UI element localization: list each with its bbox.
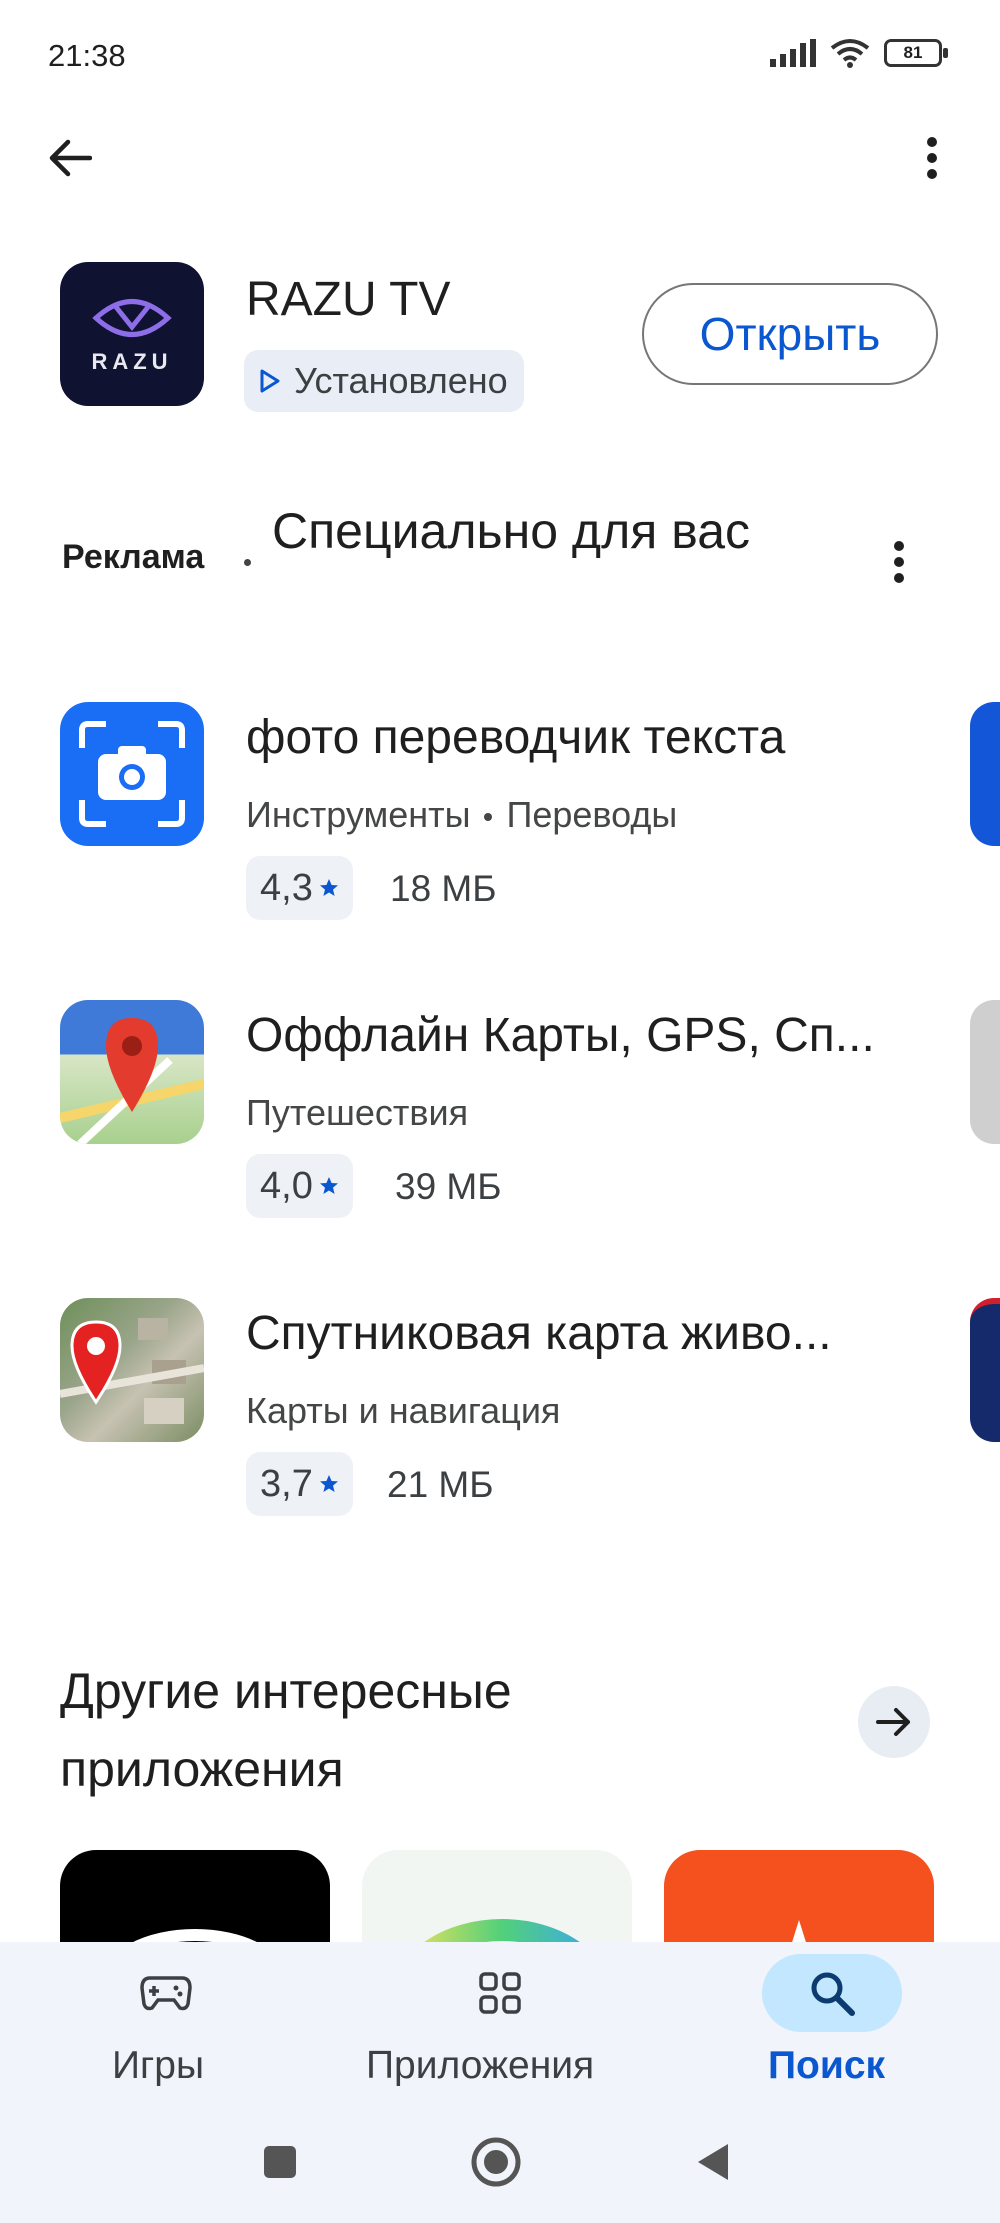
installed-badge: Установлено (244, 350, 524, 412)
system-back-button[interactable] (682, 2132, 742, 2192)
signal-icon (770, 39, 816, 67)
nav-search[interactable] (762, 1954, 902, 2032)
open-button[interactable]: Открыть (642, 283, 938, 385)
eye-logo-icon (92, 299, 172, 337)
more-vert-icon (894, 541, 904, 583)
more-options-button[interactable] (912, 128, 952, 188)
section-title-other-apps: Другие интересные приложения (60, 1663, 512, 1797)
more-vert-icon (927, 137, 937, 179)
app-categories: Карты и навигация (246, 1390, 560, 1432)
rating-badge: 3,7 (246, 1452, 353, 1516)
rating-value: 4,0 (260, 1164, 313, 1207)
arrow-forward-icon (876, 1708, 910, 1736)
app-size: 21 МБ (387, 1464, 494, 1505)
app-list-item[interactable]: фото переводчик текста Инструменты Перево… (60, 702, 1000, 932)
app-size: 18 МБ (390, 868, 497, 909)
gamepad-icon (140, 1976, 192, 2011)
map-pin-icon (60, 1018, 204, 1144)
offline-maps-app-icon (60, 1000, 204, 1144)
square-icon (264, 2146, 296, 2178)
app-list-item[interactable]: Спутниковая карта живо... Карты и навига… (60, 1298, 1000, 1528)
nav-games-label[interactable]: Игры (112, 2044, 204, 2088)
nav-apps-label[interactable]: Приложения (366, 2044, 594, 2088)
app-categories: Инструменты Переводы (246, 794, 677, 836)
rating-value: 3,7 (260, 1462, 313, 1505)
arrow-back-icon (49, 139, 92, 177)
app-size: 39 МБ (395, 1166, 502, 1207)
next-app-peek[interactable] (970, 702, 1000, 846)
star-icon (319, 1475, 338, 1492)
satellite-map-app-icon (60, 1298, 204, 1442)
separator-dot (244, 559, 251, 566)
category-label: Инструменты (246, 794, 471, 835)
rating-badge: 4,0 (246, 1154, 353, 1218)
razu-tv-app-icon: RAZU (60, 262, 204, 406)
home-button[interactable] (466, 2132, 526, 2192)
status-time: 21:38 (48, 38, 126, 73)
ad-label: Реклама (62, 538, 205, 576)
recent-apps-button[interactable] (250, 2132, 310, 2192)
see-more-button[interactable] (858, 1686, 930, 1758)
app-list-item[interactable]: Оффлайн Карты, GPS, Сп... Путешествия 4,… (60, 1000, 1000, 1230)
app-logo-text: RAZU (91, 349, 173, 374)
camera-scan-icon (79, 721, 185, 827)
category-label: Путешествия (246, 1092, 469, 1133)
app-title: RAZU TV (246, 273, 451, 326)
back-button[interactable] (40, 128, 100, 188)
battery-level: 81 (903, 43, 923, 62)
section-more-button[interactable] (884, 534, 914, 590)
wifi-icon (830, 39, 870, 68)
photo-translator-app-icon (60, 702, 204, 846)
section-title-for-you: Специально для вас (272, 503, 751, 559)
battery-icon: 81 (884, 39, 948, 67)
app-title: Спутниковая карта живо... (246, 1307, 832, 1360)
triangle-back-icon (698, 2144, 728, 2180)
nav-apps[interactable] (430, 1954, 570, 2032)
play-outline-icon (260, 369, 280, 393)
installed-status-text: Установлено (294, 360, 508, 401)
location-pin-icon (60, 1318, 204, 1424)
category-label: Переводы (506, 794, 678, 835)
apps-grid-icon (479, 1972, 521, 2014)
category-label: Карты и навигация (246, 1390, 561, 1431)
rating-value: 4,3 (260, 866, 313, 909)
star-icon (319, 879, 338, 896)
rating-badge: 4,3 (246, 856, 353, 920)
home-circle-icon (471, 2137, 521, 2187)
status-icons: 81 (770, 38, 948, 68)
app-categories: Путешествия (246, 1092, 468, 1134)
separator-dot (484, 813, 493, 822)
next-app-peek[interactable] (970, 1298, 1000, 1442)
nav-games[interactable] (96, 1954, 236, 2032)
app-title: Оффлайн Карты, GPS, Сп... (246, 1009, 875, 1062)
next-app-peek[interactable] (970, 1000, 1000, 1144)
star-icon (319, 1177, 338, 1194)
search-icon (811, 1972, 855, 2016)
nav-search-label[interactable]: Поиск (768, 2044, 885, 2088)
app-title: фото переводчик текста (246, 711, 786, 764)
